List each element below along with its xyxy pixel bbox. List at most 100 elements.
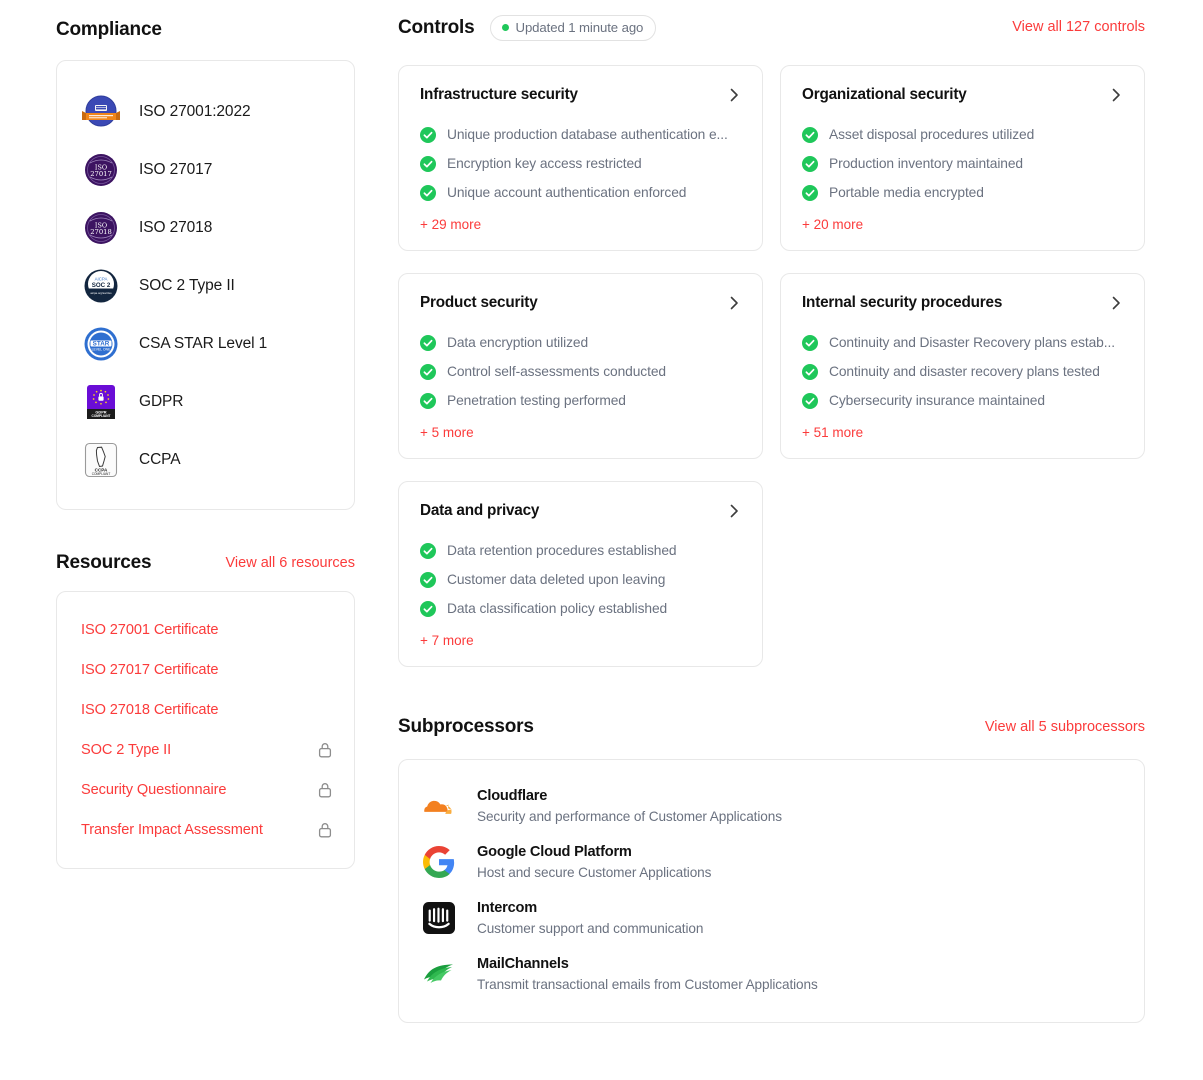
- control-list-item: Portable media encrypted: [802, 178, 1124, 207]
- resource-item-soc-2-type-ii[interactable]: SOC 2 Type II: [57, 730, 354, 770]
- subprocessor-description: Customer support and communication: [477, 921, 704, 936]
- cloudflare-logo-icon: [420, 787, 458, 825]
- svg-text:27018: 27018: [90, 228, 112, 236]
- compliance-item-label: CCPA: [139, 451, 181, 468]
- subprocessor-text: Cloudflare Security and performance of C…: [477, 788, 782, 824]
- control-list-item: Data encryption utilized: [420, 328, 742, 357]
- control-card-title: Internal security procedures: [802, 294, 1003, 311]
- compliance-item-label: SOC 2 Type II: [139, 277, 235, 294]
- resource-item-security-questionnaire[interactable]: Security Questionnaire: [57, 770, 354, 810]
- resource-item-iso-27018-certificate[interactable]: ISO 27018 Certificate: [57, 690, 354, 730]
- compliance-item-ccpa[interactable]: CCPA COMPLIANT CCPA: [57, 431, 354, 489]
- subprocessors-card: Cloudflare Security and performance of C…: [398, 759, 1145, 1023]
- control-item-label: Asset disposal procedures utilized: [829, 127, 1035, 142]
- subprocessor-description: Security and performance of Customer App…: [477, 809, 782, 824]
- control-more-link[interactable]: + 29 more: [420, 217, 742, 232]
- control-card-header: Data and privacy: [420, 502, 742, 520]
- compliance-card: ISO 27001:2022 ISO 27017 ISO 27017 ISO 2…: [56, 60, 355, 510]
- control-item-label: Continuity and disaster recovery plans t…: [829, 364, 1100, 379]
- subprocessor-name: Google Cloud Platform: [477, 844, 632, 860]
- control-list-item: Unique account authentication enforced: [420, 178, 742, 207]
- compliance-item-label: GDPR: [139, 393, 184, 410]
- control-item-label: Data retention procedures established: [447, 543, 677, 558]
- controls-status-badge: Updated 1 minute ago: [489, 15, 657, 41]
- resources-title: Resources: [56, 552, 152, 573]
- control-item-label: Control self-assessments conducted: [447, 364, 666, 379]
- subprocessor-text: Google Cloud Platform Host and secure Cu…: [477, 844, 711, 880]
- control-card-infrastructure-security[interactable]: Infrastructure security Unique productio…: [398, 65, 763, 251]
- control-card-data-and-privacy[interactable]: Data and privacy Data retention procedur…: [398, 481, 763, 667]
- resource-item-iso-27017-certificate[interactable]: ISO 27017 Certificate: [57, 650, 354, 690]
- iso-27001-badge-icon: [82, 93, 120, 131]
- controls-header: Controls Updated 1 minute ago View all 1…: [398, 12, 1145, 44]
- control-card-header: Infrastructure security: [420, 86, 742, 104]
- check-circle-icon: [420, 600, 436, 617]
- resource-label: Security Questionnaire: [81, 782, 227, 798]
- compliance-item-soc-2-type-ii[interactable]: AICPA SOC 2 aicpa.org/soc4so SOC 2 Type …: [57, 257, 354, 315]
- resource-label: ISO 27018 Certificate: [81, 702, 219, 718]
- view-all-resources-link[interactable]: View all 6 resources: [226, 555, 356, 571]
- chevron-right-icon[interactable]: [726, 87, 742, 103]
- subprocessor-item-mailchannels[interactable]: MailChannels Transmit transactional emai…: [399, 946, 1144, 1002]
- compliance-item-iso-27018[interactable]: ISO 27018 ISO 27018: [57, 199, 354, 257]
- lock-icon: [318, 823, 332, 838]
- control-card-header: Organizational security: [802, 86, 1124, 104]
- subprocessors-header: Subprocessors View all 5 subprocessors: [398, 711, 1145, 743]
- control-more-link[interactable]: + 5 more: [420, 425, 742, 440]
- svg-text:SOC 2: SOC 2: [92, 282, 111, 289]
- svg-text:COMPLIANT: COMPLIANT: [92, 472, 111, 476]
- check-circle-icon: [802, 334, 818, 351]
- status-badge-label: Updated 1 minute ago: [515, 20, 644, 35]
- resource-label: Transfer Impact Assessment: [81, 822, 263, 838]
- compliance-item-gdpr[interactable]: GDPR COMPLIANT GDPR: [57, 373, 354, 431]
- controls-title: Controls: [398, 17, 475, 38]
- control-item-label: Portable media encrypted: [829, 185, 984, 200]
- control-item-label: Continuity and Disaster Recovery plans e…: [829, 335, 1115, 350]
- resource-label: ISO 27001 Certificate: [81, 622, 219, 638]
- subprocessor-item-google-cloud-platform[interactable]: Google Cloud Platform Host and secure Cu…: [399, 834, 1144, 890]
- control-item-label: Encryption key access restricted: [447, 156, 642, 171]
- csa-star-badge-icon: STAR LEVEL ONE: [82, 325, 120, 363]
- aicpa-soc2-badge-icon: AICPA SOC 2 aicpa.org/soc4so: [82, 267, 120, 305]
- chevron-right-icon[interactable]: [1108, 87, 1124, 103]
- check-circle-icon: [802, 155, 818, 172]
- view-all-controls-link[interactable]: View all 127 controls: [1012, 19, 1145, 35]
- resource-label: SOC 2 Type II: [81, 742, 172, 758]
- subprocessor-text: MailChannels Transmit transactional emai…: [477, 956, 818, 992]
- control-card-title: Organizational security: [802, 86, 967, 103]
- resource-item-transfer-impact-assessment[interactable]: Transfer Impact Assessment: [57, 810, 354, 850]
- compliance-item-iso-27017[interactable]: ISO 27017 ISO 27017: [57, 141, 354, 199]
- check-circle-icon: [420, 571, 436, 588]
- control-list-item: Continuity and disaster recovery plans t…: [802, 357, 1124, 386]
- check-circle-icon: [420, 334, 436, 351]
- subprocessors-title: Subprocessors: [398, 716, 534, 737]
- view-all-subprocessors-link[interactable]: View all 5 subprocessors: [985, 719, 1145, 735]
- check-circle-icon: [802, 126, 818, 143]
- compliance-item-label: ISO 27001:2022: [139, 103, 251, 120]
- chevron-right-icon[interactable]: [726, 503, 742, 519]
- control-card-internal-security-procedures[interactable]: Internal security procedures Continuity …: [780, 273, 1145, 459]
- control-more-link[interactable]: + 51 more: [802, 425, 1124, 440]
- check-circle-icon: [802, 184, 818, 201]
- chevron-right-icon[interactable]: [726, 295, 742, 311]
- control-card-title: Product security: [420, 294, 538, 311]
- trust-center-page: Compliance ISO 27001:2022 ISO 27017 ISO …: [0, 0, 1203, 1080]
- subprocessor-text: Intercom Customer support and communicat…: [477, 900, 703, 936]
- subprocessor-item-cloudflare[interactable]: Cloudflare Security and performance of C…: [399, 778, 1144, 834]
- control-more-link[interactable]: + 7 more: [420, 633, 742, 648]
- compliance-item-iso-27001[interactable]: ISO 27001:2022: [57, 83, 354, 141]
- check-circle-icon: [420, 184, 436, 201]
- svg-text:AICPA: AICPA: [95, 277, 108, 282]
- check-circle-icon: [802, 363, 818, 380]
- chevron-right-icon[interactable]: [1108, 295, 1124, 311]
- resource-item-iso-27001-certificate[interactable]: ISO 27001 Certificate: [57, 610, 354, 650]
- resource-label: ISO 27017 Certificate: [81, 662, 219, 678]
- compliance-item-label: CSA STAR Level 1: [139, 335, 268, 352]
- control-card-organizational-security[interactable]: Organizational security Asset disposal p…: [780, 65, 1145, 251]
- compliance-header: Compliance: [56, 14, 355, 46]
- control-card-product-security[interactable]: Product security Data encryption utilize…: [398, 273, 763, 459]
- control-card-title: Data and privacy: [420, 502, 540, 519]
- control-more-link[interactable]: + 20 more: [802, 217, 1124, 232]
- subprocessor-item-intercom[interactable]: Intercom Customer support and communicat…: [399, 890, 1144, 946]
- compliance-item-csa-star[interactable]: STAR LEVEL ONE CSA STAR Level 1: [57, 315, 354, 373]
